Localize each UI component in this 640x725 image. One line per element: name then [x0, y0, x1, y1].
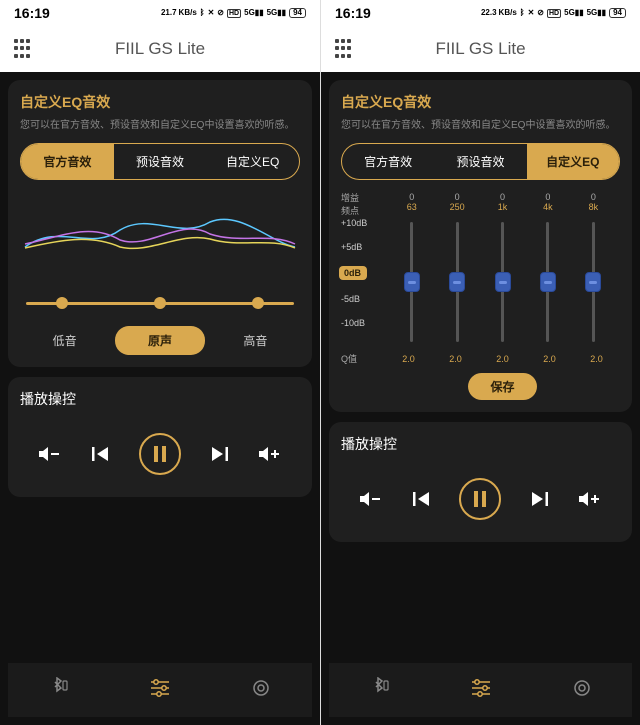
hd-icon: HD [547, 9, 561, 18]
freq-label: 频点 [341, 205, 359, 218]
playback-title: 播放操控 [20, 389, 300, 409]
status-indicators: 21.7KB/s ᛒ ✕ ⊘ HD 5G▮▮ 5G▮▮ 94 [161, 8, 306, 18]
eq-wave-visual [20, 192, 300, 322]
content-area: 自定义EQ音效 您可以在官方音效、预设音效和自定义EQ中设置喜欢的听感。 官方音… [321, 72, 640, 725]
bluetooth-icon: ᛒ [520, 9, 525, 17]
bottom-nav [329, 663, 632, 717]
volume-up-button[interactable] [576, 485, 604, 513]
bottom-nav [8, 663, 312, 717]
signal-5g-icon: 5G▮▮ [244, 9, 263, 17]
status-time: 16:19 [14, 5, 50, 21]
nav-settings-icon[interactable] [571, 677, 593, 704]
sound-profile-tabs: 低音 原声 高音 [20, 326, 300, 355]
playback-title: 播放操控 [341, 434, 620, 454]
playback-card: 播放操控 [8, 377, 312, 497]
hd-icon: HD [227, 9, 241, 18]
eq-mode-tabs: 官方音效 预设音效 自定义EQ [341, 143, 620, 180]
nav-settings-icon[interactable] [250, 677, 272, 704]
status-time: 16:19 [335, 5, 371, 21]
volume-down-button[interactable] [36, 440, 64, 468]
eq-subtitle: 您可以在官方音效、预设音效和自定义EQ中设置喜欢的听感。 [341, 116, 620, 131]
page-title: FIIL GS Lite [355, 39, 626, 59]
eq-gain-row: 0 0 0 0 0 [385, 192, 620, 202]
app-header: FIIL GS Lite [321, 26, 640, 72]
eq-band-250[interactable] [434, 218, 479, 346]
sound-tab-original[interactable]: 原声 [115, 326, 204, 355]
prev-track-button[interactable] [87, 440, 115, 468]
signal-5g-icon: 5G▮▮ [564, 9, 583, 17]
eq-slider-track[interactable] [20, 289, 300, 319]
eq-wave-svg [20, 192, 300, 272]
nav-eq-icon[interactable] [470, 677, 492, 704]
mute-icon: ✕ [528, 9, 535, 17]
apps-grid-icon[interactable] [335, 39, 355, 59]
content-area: 自定义EQ音效 您可以在官方音效、预设音效和自定义EQ中设置喜欢的听感。 官方音… [0, 72, 320, 725]
custom-eq-grid: 增益 频点 0 0 0 0 0 63 250 1k 4k 8k [341, 192, 620, 400]
slider-dot[interactable] [252, 297, 264, 309]
slider-dot[interactable] [56, 297, 68, 309]
nav-bluetooth-icon[interactable] [48, 677, 70, 704]
dnd-icon: ⊘ [217, 9, 224, 17]
tab-preset[interactable]: 预设音效 [434, 144, 526, 179]
dnd-icon: ⊘ [537, 9, 544, 17]
eq-mode-tabs: 官方音效 预设音效 自定义EQ [20, 143, 300, 180]
status-indicators: 22.3KB/s ᛒ ✕ ⊘ HD 5G▮▮ 5G▮▮ 94 [481, 8, 626, 18]
nav-eq-icon[interactable] [149, 677, 171, 704]
sound-tab-bass[interactable]: 低音 [20, 326, 109, 355]
tab-custom[interactable]: 自定义EQ [527, 144, 619, 179]
tab-custom[interactable]: 自定义EQ [206, 144, 299, 179]
page-title: FIIL GS Lite [34, 39, 306, 59]
eq-q-row: Q值 2.0 2.0 2.0 2.0 2.0 [385, 352, 620, 365]
eq-freq-row: 63 250 1k 4k 8k [385, 202, 620, 212]
eq-band-4k[interactable] [525, 218, 570, 346]
status-bar: 16:19 21.7KB/s ᛒ ✕ ⊘ HD 5G▮▮ 5G▮▮ 94 [0, 0, 320, 26]
volume-down-button[interactable] [357, 485, 385, 513]
playback-controls [20, 423, 300, 485]
eq-subtitle: 您可以在官方音效、预设音效和自定义EQ中设置喜欢的听感。 [20, 116, 300, 131]
app-header: FIIL GS Lite [0, 26, 320, 72]
sound-tab-treble[interactable]: 高音 [211, 326, 300, 355]
battery-icon: 94 [609, 8, 626, 18]
tab-official[interactable]: 官方音效 [342, 144, 434, 179]
play-pause-button[interactable] [139, 433, 181, 475]
phone-left: 16:19 21.7KB/s ᛒ ✕ ⊘ HD 5G▮▮ 5G▮▮ 94 FII… [0, 0, 320, 725]
eq-band-63[interactable] [389, 218, 434, 346]
eq-band-1k[interactable] [480, 218, 525, 346]
eq-card: 自定义EQ音效 您可以在官方音效、预设音效和自定义EQ中设置喜欢的听感。 官方音… [8, 80, 312, 367]
eq-card: 自定义EQ音效 您可以在官方音效、预设音效和自定义EQ中设置喜欢的听感。 官方音… [329, 80, 632, 412]
prev-track-button[interactable] [408, 485, 436, 513]
apps-grid-icon[interactable] [14, 39, 34, 59]
phone-right: 16:19 22.3KB/s ᛒ ✕ ⊘ HD 5G▮▮ 5G▮▮ 94 FII… [320, 0, 640, 725]
playback-card: 播放操控 [329, 422, 632, 542]
play-pause-button[interactable] [459, 478, 501, 520]
save-button[interactable]: 保存 [468, 373, 536, 400]
eq-band-sliders [385, 218, 620, 346]
bluetooth-icon: ᛒ [200, 9, 205, 17]
tab-official[interactable]: 官方音效 [21, 144, 114, 179]
mute-icon: ✕ [208, 9, 215, 17]
playback-controls [341, 468, 620, 530]
signal-5g-icon-2: 5G▮▮ [587, 9, 606, 17]
battery-icon: 94 [289, 8, 306, 18]
slider-dot[interactable] [154, 297, 166, 309]
eq-band-8k[interactable] [571, 218, 616, 346]
signal-5g-icon-2: 5G▮▮ [267, 9, 286, 17]
eq-title: 自定义EQ音效 [20, 92, 300, 112]
next-track-button[interactable] [205, 440, 233, 468]
next-track-button[interactable] [525, 485, 553, 513]
eq-title: 自定义EQ音效 [341, 92, 620, 112]
nav-bluetooth-icon[interactable] [369, 677, 391, 704]
tab-preset[interactable]: 预设音效 [114, 144, 207, 179]
gain-label: 增益 [341, 192, 359, 205]
eq-y-axis: +10dB +5dB 0dB -5dB -10dB [341, 218, 367, 328]
volume-up-button[interactable] [256, 440, 284, 468]
status-bar: 16:19 22.3KB/s ᛒ ✕ ⊘ HD 5G▮▮ 5G▮▮ 94 [321, 0, 640, 26]
